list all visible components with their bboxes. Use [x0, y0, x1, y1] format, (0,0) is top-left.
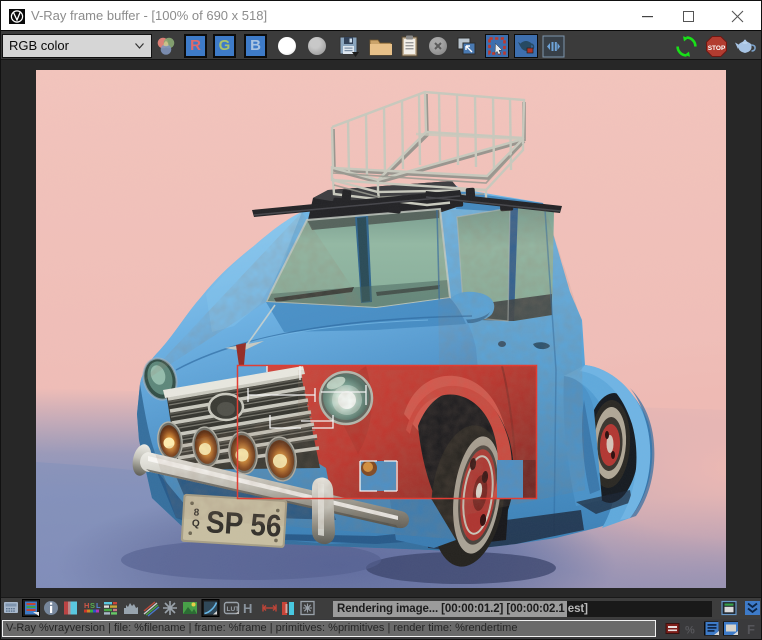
svg-text:F: F	[747, 622, 755, 637]
svg-text:STOP: STOP	[708, 45, 726, 52]
svg-text:%: %	[685, 625, 695, 637]
svg-text:H: H	[243, 601, 252, 616]
svg-text:H: H	[84, 601, 89, 610]
svg-text:L: L	[96, 601, 101, 610]
svg-text:LUT: LUT	[227, 606, 240, 613]
svg-text:S: S	[90, 601, 95, 610]
